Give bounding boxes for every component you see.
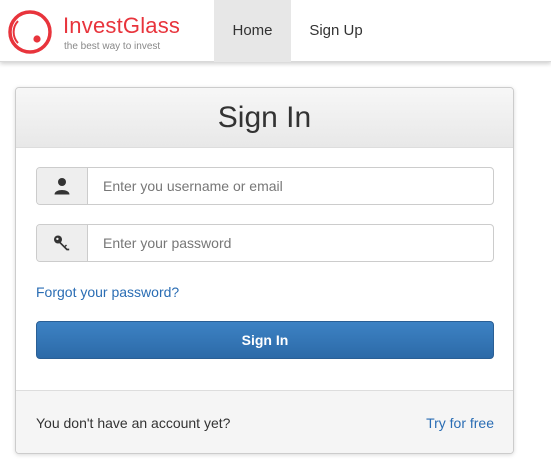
key-icon (54, 235, 70, 251)
signin-panel: Sign In Forgot your password? Sign In Yo… (15, 87, 514, 454)
red-ring-logo-icon (8, 10, 52, 54)
forgot-password-link[interactable]: Forgot your password? (36, 283, 179, 301)
try-for-free-link[interactable]: Try for free (426, 414, 494, 432)
panel-footer: You don't have an account yet? Try for f… (16, 390, 513, 453)
password-addon (37, 225, 88, 261)
brand-name: InvestGlass (63, 13, 181, 38)
no-account-text: You don't have an account yet? (36, 415, 231, 431)
username-addon (37, 168, 88, 204)
user-icon (54, 178, 70, 195)
brand-home-link[interactable]: InvestGlass the best way to invest (6, 8, 206, 56)
username-input-group (36, 167, 494, 205)
nav-tab-sign-up[interactable]: Sign Up (291, 0, 381, 62)
brand-tagline: the best way to invest (64, 41, 161, 52)
panel-heading: Sign In (16, 88, 513, 148)
nav-tab-home[interactable]: Home (214, 0, 291, 62)
top-navbar: InvestGlass the best way to invest Home … (0, 0, 551, 62)
page-title: Sign In (217, 101, 312, 134)
username-input[interactable] (89, 168, 493, 204)
sign-in-button[interactable]: Sign In (36, 321, 494, 359)
password-input-group (36, 224, 494, 262)
password-input[interactable] (89, 225, 493, 261)
